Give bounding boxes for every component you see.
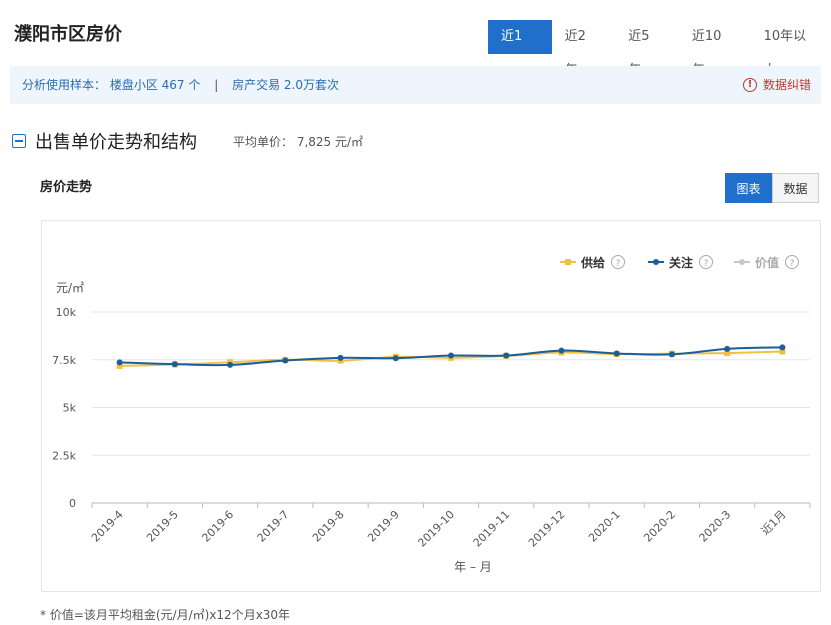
average-price: 平均单价： 7,825 元/㎡ (233, 134, 364, 149)
x-tick-label: 2019-4 (89, 508, 126, 545)
tab-1-year[interactable]: 近1 年 (488, 20, 552, 78)
chart-series (116, 344, 786, 369)
attention-point (448, 352, 454, 359)
collapse-icon[interactable] (12, 134, 26, 148)
tab-5-years[interactable]: 近5 年 (615, 20, 679, 78)
legend-swatch-marker (739, 259, 745, 265)
tab-10-years[interactable]: 近10 年 (679, 20, 751, 78)
x-tick-label: 2019-12 (526, 508, 568, 550)
data-view-button[interactable]: 数据 (772, 173, 819, 203)
attention-point (282, 357, 289, 364)
legend-label: 关注 (669, 255, 693, 270)
x-tick-label: 2019-9 (365, 508, 402, 545)
sample-separator: | (214, 78, 219, 92)
alert-icon: ! (742, 78, 757, 92)
attention-point (503, 352, 510, 359)
x-tick-label: 2020-2 (641, 508, 678, 545)
legend-swatch-marker (565, 259, 571, 265)
legend-label: 价值 (755, 255, 779, 270)
chart-container: 0 2.5k 5k 7.5k 10k 元/㎡ 2019-4 2019-5 2019-6 2019… (41, 220, 821, 592)
page-title: 濮阳市区房价 (14, 24, 122, 45)
footnote: * 价值=该月平均租金(元/月/㎡)x12个月x30年 (40, 608, 291, 622)
y-axis-label: 元/㎡ (56, 281, 84, 295)
section-header: 出售单价走势和结构 平均单价： 7,825 元/㎡ (12, 128, 363, 154)
x-tick-label: 2019-10 (415, 508, 457, 550)
x-tick-label: 2019-5 (144, 508, 181, 545)
x-axis-label: 年 – 月 (454, 560, 492, 574)
report-error-link[interactable]: ! 数据纠错 (742, 66, 811, 104)
help-icon-glyph: ? (616, 259, 621, 269)
attention-point (116, 359, 123, 366)
attention-point (779, 344, 786, 351)
chart-grid (92, 311, 810, 504)
sample-info-bar: 分析使用样本： 楼盘小区 467 个 | 房产交易 2.0万套次 ! 数据纠错 (10, 66, 821, 104)
x-tick-label: 2019-6 (199, 508, 236, 545)
x-tick-label: 2020-1 (586, 508, 623, 545)
tab-2-years[interactable]: 近2 年 (552, 20, 616, 78)
view-toggle: 图表 数据 (725, 173, 819, 203)
tab-10-plus-years[interactable]: 10年以上 (751, 20, 831, 78)
x-axis: 2019-4 2019-5 2019-6 2019-7 2019-8 2019-9 2019… (89, 503, 811, 574)
attention-point (558, 347, 565, 354)
range-tabs: 近1 年 近2 年 近5 年 近10 年 10年以上 (488, 20, 831, 78)
y-tick-label: 5k (63, 402, 77, 415)
legend-swatch-marker (653, 259, 659, 265)
price-trend-chart: 02.5k5k7.5k10k元/㎡ 2019-4 2019-5 2019-6 2019… (52, 255, 811, 574)
attention-point (337, 354, 344, 361)
chart-view-button[interactable]: 图表 (725, 173, 772, 203)
y-tick-label: 10k (56, 306, 77, 319)
legend-label: 供给 (580, 255, 605, 270)
report-error-label: 数据纠错 (762, 78, 811, 92)
x-tick-label: 2019-11 (471, 508, 513, 550)
attention-point (227, 361, 234, 368)
help-icon-glyph: ? (704, 259, 709, 269)
section-title: 出售单价走势和结构 (35, 132, 197, 153)
sample-transactions: 房产交易 2.0万套次 (232, 78, 339, 92)
x-tick-label: 2019-8 (310, 508, 347, 545)
y-tick-label: 0 (69, 497, 76, 510)
x-tick-label: 2020-3 (697, 508, 734, 545)
attention-point (171, 361, 178, 368)
chart-title: 房价走势 (40, 180, 93, 195)
attention-point (613, 350, 620, 357)
attention-point (668, 351, 675, 358)
sample-label: 分析使用样本： (22, 78, 107, 92)
y-tick-label: 2.5k (52, 449, 76, 462)
y-tick-label: 7.5k (52, 354, 76, 367)
x-tick-label: 2019-7 (255, 508, 292, 545)
chart-legend: 供给? 关注? 价值? (560, 255, 799, 270)
y-axis: 0 2.5k 5k 7.5k 10k 元/㎡ (52, 281, 84, 510)
attention-point (392, 355, 399, 362)
x-tick-label: 近1月 (759, 508, 789, 538)
sample-communities: 楼盘小区 467 个 (109, 78, 201, 92)
attention-point (724, 345, 731, 352)
help-icon-glyph: ? (790, 259, 795, 269)
